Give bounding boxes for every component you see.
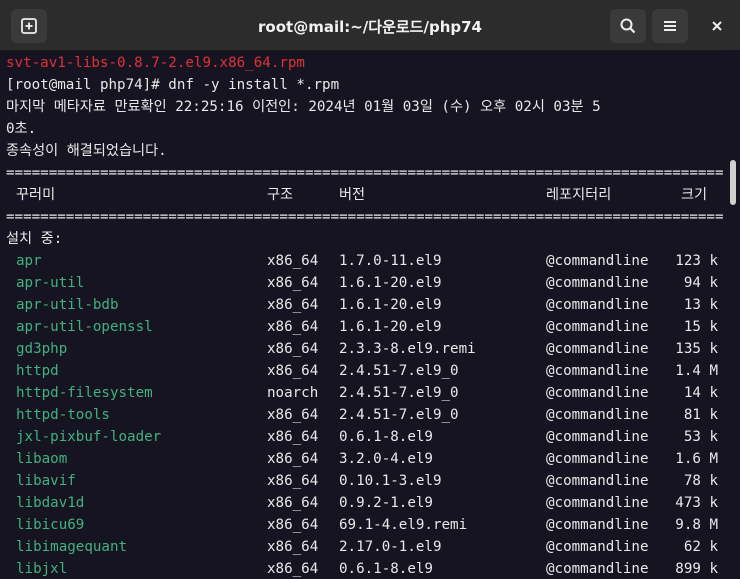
close-button[interactable] — [699, 9, 735, 43]
package-version: 2.4.51-7.el9_0 — [339, 385, 459, 401]
terminal-output[interactable]: svt-av1-libs-0.8.7-2.el9.x86_64.rpm [roo… — [0, 50, 726, 579]
package-repo: @commandline — [546, 429, 649, 445]
scrollbar[interactable] — [726, 50, 740, 579]
header-arch: 구조 — [267, 187, 294, 203]
section-label: 설치 중: — [6, 231, 63, 247]
package-size: 473 k — [675, 495, 718, 511]
package-arch: x86_64 — [267, 363, 319, 379]
package-arch: x86_64 — [267, 429, 319, 445]
package-name: httpd-filesystem — [16, 385, 153, 401]
package-repo: @commandline — [546, 407, 649, 423]
package-version: 0.6.1-8.el9 — [339, 561, 433, 577]
package-name: libicu69 — [16, 517, 85, 533]
package-size: 53 k — [683, 429, 718, 445]
package-name: apr-util — [16, 275, 85, 291]
header-version: 버전 — [339, 187, 366, 203]
package-name: libimagequant — [16, 539, 128, 555]
package-version: 1.6.1-20.el9 — [339, 319, 442, 335]
package-arch: x86_64 — [267, 495, 319, 511]
terminal-line: svt-av1-libs-0.8.7-2.el9.x86_64.rpm — [6, 55, 305, 71]
package-name: httpd — [16, 363, 59, 379]
title-bar: root@mail:~/다운로드/php74 — [0, 0, 740, 51]
package-version: 69.1-4.el9.remi — [339, 517, 468, 533]
package-name: gd3php — [16, 341, 68, 357]
scrollbar-thumb[interactable] — [730, 160, 736, 205]
package-repo: @commandline — [546, 517, 649, 533]
package-version: 2.3.3-8.el9.remi — [339, 341, 476, 357]
package-version: 1.6.1-20.el9 — [339, 275, 442, 291]
package-version: 2.4.51-7.el9_0 — [339, 407, 459, 423]
package-repo: @commandline — [546, 275, 649, 291]
package-repo: @commandline — [546, 319, 649, 335]
header-repo: 레포지터리 — [546, 187, 612, 203]
package-repo: @commandline — [546, 561, 649, 577]
package-name: libdav1d — [16, 495, 85, 511]
package-size: 62 k — [683, 539, 718, 555]
package-name: httpd-tools — [16, 407, 110, 423]
close-icon — [712, 21, 722, 31]
package-size: 123 k — [675, 253, 718, 269]
package-repo: @commandline — [546, 297, 649, 313]
package-repo: @commandline — [546, 473, 649, 489]
separator-line: ========================================… — [6, 209, 724, 225]
package-name: apr — [16, 253, 42, 269]
package-arch: x86_64 — [267, 253, 319, 269]
package-repo: @commandline — [546, 363, 649, 379]
package-version: 2.17.0-1.el9 — [339, 539, 442, 555]
package-repo: @commandline — [546, 253, 649, 269]
package-arch: x86_64 — [267, 407, 319, 423]
terminal-line: 0초. — [6, 121, 37, 137]
package-name: libaom — [16, 451, 68, 467]
package-size: 135 k — [675, 341, 718, 357]
separator-line: ========================================… — [6, 165, 724, 181]
package-arch: x86_64 — [267, 539, 319, 555]
package-size: 1.4 M — [675, 363, 718, 379]
package-repo: @commandline — [546, 539, 649, 555]
package-name: libavif — [16, 473, 76, 489]
package-repo: @commandline — [546, 451, 649, 467]
package-arch: x86_64 — [267, 517, 319, 533]
package-arch: x86_64 — [267, 297, 319, 313]
package-version: 0.6.1-8.el9 — [339, 429, 433, 445]
package-arch: x86_64 — [267, 561, 319, 577]
package-name: jxl-pixbuf-loader — [16, 429, 162, 445]
package-repo: @commandline — [546, 385, 649, 401]
package-arch: x86_64 — [267, 473, 319, 489]
package-name: apr-util-bdb — [16, 297, 119, 313]
package-arch: x86_64 — [267, 341, 319, 357]
package-size: 94 k — [683, 275, 718, 291]
package-size: 1.6 M — [675, 451, 718, 467]
package-repo: @commandline — [546, 495, 649, 511]
package-repo: @commandline — [546, 341, 649, 357]
package-version: 0.10.1-3.el9 — [339, 473, 442, 489]
package-version: 1.7.0-11.el9 — [339, 253, 442, 269]
package-version: 3.2.0-4.el9 — [339, 451, 433, 467]
terminal-line: 종속성이 해결되었습니다. — [6, 143, 167, 159]
package-size: 15 k — [683, 319, 718, 335]
package-size: 78 k — [683, 473, 718, 489]
package-arch: x86_64 — [267, 451, 319, 467]
package-size: 14 k — [683, 385, 718, 401]
package-size: 9.8 M — [675, 517, 718, 533]
package-name: apr-util-openssl — [16, 319, 153, 335]
package-version: 0.9.2-1.el9 — [339, 495, 433, 511]
menu-button[interactable] — [652, 9, 688, 43]
terminal-line: 마지막 메타자료 만료확인 22:25:16 이전인: 2024년 01월 03… — [6, 99, 601, 115]
header-size: 크기 — [681, 187, 708, 203]
header-package: 꾸러미 — [16, 187, 56, 203]
hamburger-menu-icon — [664, 21, 676, 31]
package-size: 899 k — [675, 561, 718, 577]
package-size: 81 k — [683, 407, 718, 423]
package-arch: x86_64 — [267, 319, 319, 335]
search-icon — [620, 18, 636, 34]
package-version: 2.4.51-7.el9_0 — [339, 363, 459, 379]
package-arch: x86_64 — [267, 275, 319, 291]
terminal-line: [root@mail php74]# dnf -y install *.rpm — [6, 77, 340, 93]
package-arch: noarch — [267, 385, 319, 401]
package-size: 13 k — [683, 297, 718, 313]
package-version: 1.6.1-20.el9 — [339, 297, 442, 313]
search-button[interactable] — [610, 9, 646, 43]
package-name: libjxl — [16, 561, 68, 577]
